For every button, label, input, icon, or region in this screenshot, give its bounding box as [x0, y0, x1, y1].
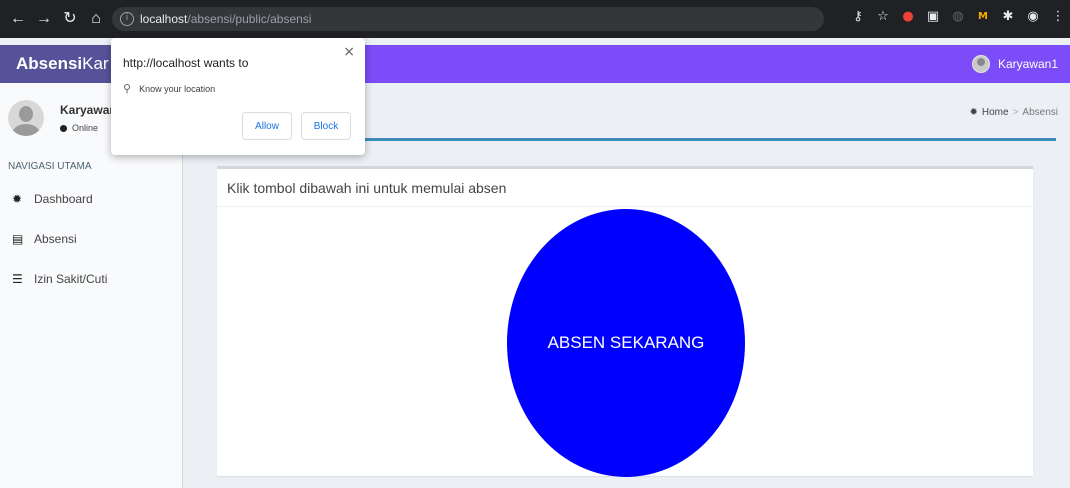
absen-sekarang-button[interactable]: ABSEN SEKARANG: [507, 209, 745, 477]
box-title: Klik tombol dibawah ini untuk memulai ab…: [217, 169, 1033, 207]
permission-row: ⚲ Know your location: [123, 82, 215, 95]
location-pin-icon: ⚲: [123, 82, 132, 95]
sidebar-item-label: Izin Sakit/Cuti: [34, 272, 108, 286]
profile-icon[interactable]: ◉: [1025, 9, 1041, 25]
status-dot-icon: [60, 124, 67, 132]
extension-icon-1[interactable]: ▣: [925, 9, 941, 25]
list-icon: ☰: [12, 272, 23, 286]
menu-dots-icon[interactable]: ⋮: [1050, 9, 1066, 25]
adblock-icon[interactable]: ●: [900, 9, 916, 25]
permission-text: Know your location: [139, 83, 216, 94]
sidebar-item-dashboard[interactable]: ✹ Dashboard: [0, 179, 182, 219]
nav-header: NAVIGASI UTAMA: [8, 161, 92, 172]
address-bar[interactable]: i localhost/absensi/public/absensi: [112, 7, 824, 31]
dashboard-icon: ✹: [12, 192, 23, 206]
info-icon[interactable]: i: [120, 12, 134, 26]
user-menu[interactable]: Karyawan1: [971, 45, 1058, 83]
breadcrumb-separator: >: [1012, 107, 1019, 118]
breadcrumb-current: Absensi: [1022, 107, 1058, 118]
sidebar-item-izin[interactable]: ☰ Izin Sakit/Cuti: [0, 259, 182, 299]
sidebar-item-label: Absensi: [34, 232, 77, 246]
star-icon[interactable]: ☆: [875, 9, 891, 25]
close-icon[interactable]: ×: [343, 44, 355, 60]
breadcrumb-home[interactable]: Home: [982, 107, 1009, 118]
user-menu-name: Karyawan1: [997, 57, 1058, 71]
popup-title: http://localhost wants to: [123, 56, 249, 70]
extension-icon-2[interactable]: ◍: [950, 9, 966, 25]
reload-icon[interactable]: ↻: [60, 9, 80, 29]
location-permission-popup: http://localhost wants to × ⚲ Know your …: [111, 38, 365, 155]
dashboard-icon: ✹: [969, 107, 978, 118]
home-icon[interactable]: ⌂: [86, 9, 106, 29]
sidebar-item-label: Dashboard: [34, 192, 93, 206]
user-avatar: [8, 100, 44, 136]
absen-box: Klik tombol dibawah ini untuk memulai ab…: [217, 166, 1033, 477]
sidebar-item-absensi[interactable]: ▤ Absensi: [0, 219, 182, 259]
key-icon[interactable]: ⚷: [850, 9, 866, 25]
extensions-bar: ⚷ ☆ ● ▣ ◍ M ✱ ◉ ⋮: [850, 9, 1066, 25]
allow-button[interactable]: Allow: [242, 112, 292, 140]
browser-toolbar: ← → ↻ ⌂ i localhost/absensi/public/absen…: [0, 0, 1070, 38]
avatar: [971, 55, 990, 73]
puzzle-icon[interactable]: ✱: [1000, 9, 1016, 25]
block-button[interactable]: Block: [301, 112, 351, 140]
breadcrumb: ✹ Home > Absensi: [970, 107, 1059, 118]
forward-icon[interactable]: →: [34, 9, 54, 29]
url-text: localhost/absensi/public/absensi: [140, 12, 312, 26]
extension-icon-3[interactable]: M: [975, 9, 991, 25]
back-icon[interactable]: ←: [8, 9, 28, 29]
table-icon: ▤: [12, 232, 24, 246]
